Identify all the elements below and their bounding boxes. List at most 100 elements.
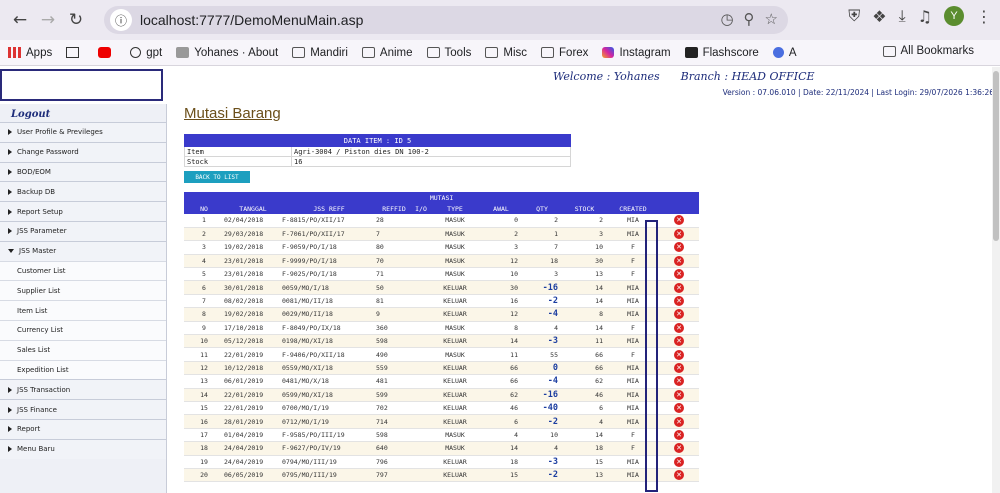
delete-icon[interactable]: ✕: [674, 215, 685, 226]
delete-cell[interactable]: ✕: [659, 388, 700, 402]
logout-link[interactable]: Logout: [0, 104, 166, 122]
delete-icon[interactable]: ✕: [674, 349, 685, 360]
bookmark-forex[interactable]: Forex: [541, 47, 588, 59]
delete-icon[interactable]: ✕: [674, 336, 685, 347]
delete-icon[interactable]: ✕: [674, 242, 685, 253]
bookmark-anime[interactable]: Anime: [361, 47, 413, 59]
delete-cell[interactable]: ✕: [659, 307, 700, 322]
bookmark-tools[interactable]: Tools: [426, 47, 471, 59]
sidebar-subitem-expedition-list[interactable]: Expedition List: [0, 359, 166, 380]
delete-cell[interactable]: ✕: [659, 280, 700, 295]
delete-icon[interactable]: ✕: [674, 269, 685, 280]
sidebar-item-user-profile[interactable]: User Profile & Previleges: [0, 122, 166, 142]
sidebar-item-report[interactable]: Report: [0, 418, 166, 439]
sidebar-item-jss-master[interactable]: JSS Master: [0, 240, 166, 261]
delete-icon[interactable]: ✕: [674, 429, 685, 440]
kebab-menu-icon[interactable]: ⋮: [976, 7, 992, 26]
sidebar-subitem-supplier-list[interactable]: Supplier List: [0, 280, 166, 301]
table-cell: 08/02/2018: [224, 294, 282, 309]
site-info-icon[interactable]: ⓘ: [110, 9, 132, 31]
delete-icon[interactable]: ✕: [674, 282, 685, 293]
item-info-table: DATA ITEM : ID 5 Item Agri-3004 / Piston…: [184, 134, 571, 167]
sidebar-item-change-password[interactable]: Change Password: [0, 141, 166, 162]
performance-icon[interactable]: ◷: [720, 10, 733, 28]
bookmark-mandiri[interactable]: Mandiri: [292, 47, 348, 59]
sidebar-item-report-setup[interactable]: Report Setup: [0, 201, 166, 221]
scrollbar-thumb[interactable]: [993, 71, 999, 241]
bookmark-instagram[interactable]: Instagram: [602, 47, 671, 59]
delete-icon[interactable]: ✕: [674, 376, 685, 387]
bookmark-all[interactable]: All Bookmarks: [882, 45, 974, 57]
delete-cell[interactable]: ✕: [659, 227, 700, 242]
sidebar-item-bod-eom[interactable]: BOD/EOM: [0, 161, 166, 182]
delete-cell[interactable]: ✕: [659, 267, 700, 282]
delete-cell[interactable]: ✕: [659, 254, 700, 269]
bookmark-youtube[interactable]: [98, 47, 116, 58]
delete-cell[interactable]: ✕: [659, 361, 700, 376]
delete-icon[interactable]: ✕: [674, 403, 685, 414]
delete-cell[interactable]: ✕: [659, 468, 700, 483]
page-scrollbar[interactable]: [992, 67, 1000, 493]
sidebar-item-backup-db[interactable]: Backup DB: [0, 181, 166, 202]
back-to-list-button[interactable]: BACK TO LIST: [184, 171, 250, 183]
sidebar-item-menu-baru[interactable]: Menu Baru: [0, 438, 166, 459]
table-cell: 66: [562, 347, 607, 362]
bookmark-yohanes-about[interactable]: Yohanes · About: [176, 47, 278, 59]
avatar[interactable]: Y: [944, 6, 964, 26]
bookmark-a[interactable]: A: [772, 47, 797, 59]
delete-cell[interactable]: ✕: [659, 240, 700, 255]
sidebar-subitem-customer-list[interactable]: Customer List: [0, 260, 166, 281]
bookmark-apps[interactable]: Apps: [8, 47, 52, 59]
delete-icon[interactable]: ✕: [674, 322, 685, 333]
sidebar-item-jss-transaction[interactable]: JSS Transaction: [0, 379, 166, 400]
welcome-text: Welcome : Yohanes Branch : HEAD OFFICE: [553, 70, 815, 83]
address-bar[interactable]: ⓘ localhost:7777/DemoMenuMain.asp ◷ ⚲ ☆: [104, 6, 788, 34]
delete-icon[interactable]: ✕: [674, 416, 685, 427]
delete-icon[interactable]: ✕: [674, 470, 685, 481]
delete-cell[interactable]: ✕: [659, 334, 700, 349]
table-row: 5 23/01/2018 F-9025/PO/I/18 71 MASUK 10 3 13 F ✕: [184, 267, 700, 282]
download-icon[interactable]: ⤓: [899, 6, 906, 26]
zoom-icon[interactable]: ⚲: [744, 10, 755, 28]
delete-icon[interactable]: ✕: [674, 296, 685, 307]
sidebar-item-jss-parameter[interactable]: JSS Parameter: [0, 220, 166, 241]
delete-cell[interactable]: ✕: [659, 321, 700, 336]
delete-cell[interactable]: ✕: [659, 441, 700, 456]
delete-icon[interactable]: ✕: [674, 229, 685, 240]
delete-icon[interactable]: ✕: [674, 389, 685, 400]
table-row: 12 10/12/2018 0559/MO/XI/18 559 KELUAR 66 0 66 M…: [184, 361, 700, 376]
delete-cell[interactable]: ✕: [659, 374, 700, 389]
back-arrow-icon[interactable]: ←: [6, 6, 34, 34]
delete-cell[interactable]: ✕: [659, 428, 700, 443]
shield-extension-icon[interactable]: ⛨: [848, 6, 860, 26]
delete-cell[interactable]: ✕: [659, 401, 700, 416]
bookmark-flashscore[interactable]: Flashscore: [684, 47, 759, 59]
table-cell: -40: [522, 401, 562, 416]
bookmark-gpt[interactable]: gpt: [130, 47, 162, 59]
delete-icon[interactable]: ✕: [674, 309, 685, 320]
delete-cell[interactable]: ✕: [659, 414, 700, 429]
bookmark-misc[interactable]: Misc: [485, 47, 527, 59]
delete-icon[interactable]: ✕: [674, 362, 685, 373]
media-control-icon[interactable]: ♫: [918, 7, 932, 26]
bookmark-tab-grid[interactable]: [66, 47, 84, 58]
sidebar-item-jss-finance[interactable]: JSS Finance: [0, 399, 166, 419]
delete-icon[interactable]: ✕: [674, 255, 685, 266]
delete-cell[interactable]: ✕: [659, 347, 700, 362]
table-cell: [412, 455, 430, 469]
delete-icon[interactable]: ✕: [674, 443, 685, 454]
extensions-icon[interactable]: ❖: [872, 7, 886, 26]
page-title[interactable]: Mutasi Barang: [184, 105, 281, 122]
delete-cell[interactable]: ✕: [659, 294, 700, 309]
url-text[interactable]: localhost:7777/DemoMenuMain.asp: [140, 12, 363, 28]
delete-cell[interactable]: ✕: [659, 214, 700, 228]
sidebar-subitem-sales-list[interactable]: Sales List: [0, 339, 166, 360]
star-icon[interactable]: ☆: [765, 10, 778, 28]
sidebar-subitem-item-list[interactable]: Item List: [0, 300, 166, 320]
delete-cell[interactable]: ✕: [659, 455, 700, 469]
sidebar-subitem-currency-list[interactable]: Currency List: [0, 319, 166, 340]
delete-icon[interactable]: ✕: [674, 456, 685, 467]
forward-arrow-icon[interactable]: →: [34, 6, 62, 34]
reload-icon[interactable]: ↻: [62, 6, 90, 34]
table-cell: 6: [562, 401, 607, 416]
